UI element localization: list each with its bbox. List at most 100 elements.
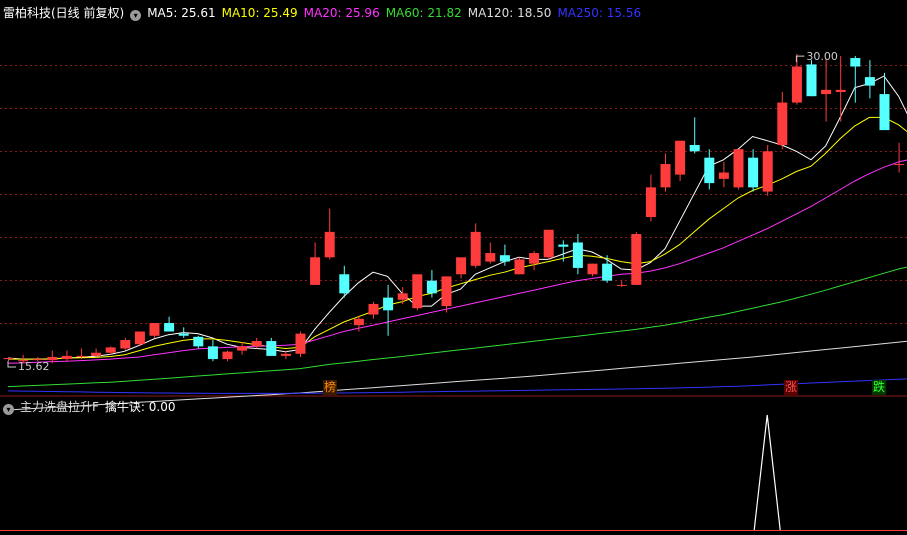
candle-body (733, 149, 744, 188)
candle (412, 274, 423, 311)
candle (61, 350, 72, 362)
indicator-value: 擒牛诀: 0.00 (104, 400, 176, 414)
candle (426, 270, 437, 298)
ma250-line (7, 378, 907, 394)
candle-body (850, 58, 861, 67)
ma-label-1: MA10: 25.49 (221, 6, 298, 20)
indicator-header: ▾ 主力洗盘拉升F 擒牛诀: 0.00 (3, 397, 181, 417)
candle (806, 60, 817, 97)
candle-body (821, 89, 832, 95)
candle-body (514, 259, 525, 275)
candle-body (412, 274, 423, 309)
candle-body (879, 94, 890, 131)
candle-body (718, 172, 729, 179)
low-marker-label: 15.62 (18, 360, 50, 373)
candle (762, 144, 773, 196)
candle-body (441, 276, 452, 307)
tag-zhang[interactable]: 涨 (784, 380, 798, 395)
ma-label-2: MA20: 25.96 (303, 6, 380, 20)
candle (310, 242, 321, 285)
indicator-panel (753, 414, 781, 531)
candlesticks (3, 53, 905, 364)
candle-body (426, 280, 437, 294)
candle-body (602, 263, 613, 281)
candle (631, 231, 642, 285)
ma60-line (7, 266, 907, 388)
candle (134, 331, 145, 347)
candle (748, 149, 759, 192)
candle-body (164, 323, 175, 332)
tag-die[interactable]: 跌 (872, 380, 886, 395)
candle (149, 323, 160, 338)
candle-body (572, 242, 583, 268)
candle (733, 149, 744, 190)
candle-body (91, 352, 102, 356)
candle (470, 223, 481, 268)
candle-body (660, 164, 671, 188)
candle (237, 342, 248, 355)
chevron-down-icon[interactable]: ▾ (130, 10, 142, 21)
ma-label-4: MA120: 18.50 (467, 6, 552, 20)
candle-body (748, 157, 759, 188)
qinniujue-line (753, 414, 781, 531)
ma-label-5: MA250: 15.56 (557, 6, 642, 20)
candle (543, 229, 554, 260)
candle (850, 55, 861, 103)
price-markers: 30.00 15.62 (7, 50, 838, 373)
candle-body (339, 274, 350, 294)
candle-body (791, 66, 802, 103)
candle-body (456, 257, 467, 275)
candle (514, 257, 525, 275)
candle-body (134, 331, 145, 345)
candle-body (310, 257, 321, 285)
price-grid (0, 65, 907, 324)
candle (777, 91, 788, 150)
candle (368, 301, 379, 319)
candle-body (324, 231, 335, 258)
candle-body (207, 346, 218, 360)
indicator-name[interactable]: 主力洗盘拉升F (20, 400, 99, 414)
candle (587, 263, 598, 277)
candle-body (222, 351, 233, 360)
high-marker-arrow (795, 55, 805, 63)
candle-body (543, 229, 554, 258)
candle-body (397, 293, 408, 300)
candle-body (529, 253, 540, 264)
chart-canvas: 30.00 15.62 (0, 50, 907, 531)
candle-body (470, 231, 481, 266)
candle-body (558, 244, 569, 247)
chevron-down-icon[interactable]: ▾ (3, 404, 14, 415)
candle (222, 350, 233, 362)
candle (572, 234, 583, 275)
candle-body (762, 151, 773, 192)
candle (91, 348, 102, 357)
candle-body (105, 347, 116, 353)
candle-body (193, 336, 204, 347)
tag-bang[interactable]: 榜 (323, 380, 337, 395)
candle (120, 337, 131, 351)
candle (295, 331, 306, 357)
low-marker-arrow (7, 361, 16, 368)
candle-body (383, 297, 394, 311)
ma-label-0: MA5: 25.61 (147, 6, 216, 20)
candle (383, 284, 394, 336)
candle (821, 58, 832, 122)
candle-body (616, 284, 627, 286)
candle (456, 257, 467, 279)
stock-title[interactable]: 雷柏科技(日线 前复权) (3, 6, 124, 20)
candle-body (675, 140, 686, 175)
ma-label-3: MA60: 21.82 (385, 6, 462, 20)
candle-body (295, 333, 306, 354)
candle (704, 149, 715, 190)
candle-body (237, 346, 248, 351)
moving-averages (7, 75, 907, 411)
candle (207, 340, 218, 362)
candle (485, 242, 496, 264)
candle-body (806, 64, 817, 97)
candle-body (499, 255, 510, 262)
candle (894, 142, 905, 173)
candle (558, 240, 569, 262)
candle-body (3, 358, 14, 360)
candle (266, 337, 277, 356)
candle (675, 140, 686, 181)
